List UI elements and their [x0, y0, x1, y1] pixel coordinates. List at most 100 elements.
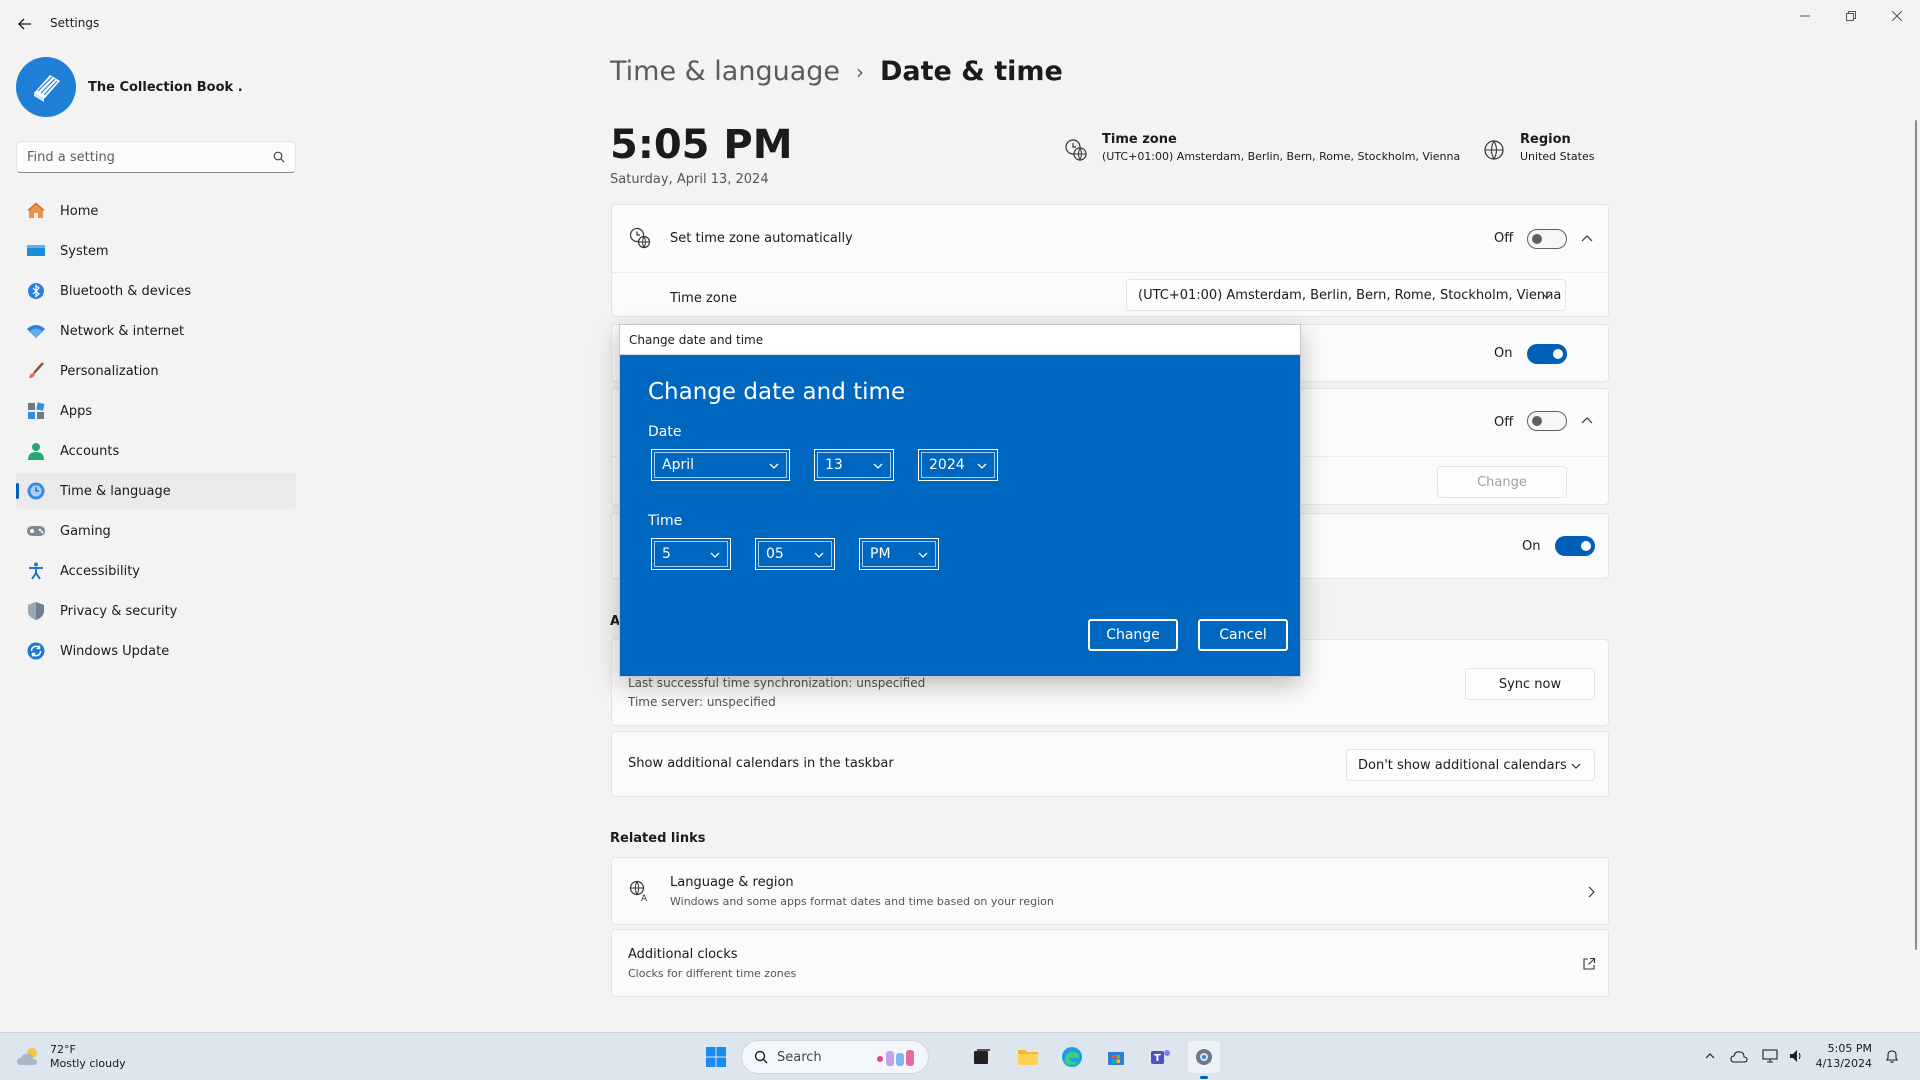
- windows-logo-icon: [706, 1047, 726, 1067]
- sidebar-item-network[interactable]: Network & internet: [16, 313, 296, 349]
- language-region-sub: Windows and some apps format dates and t…: [670, 895, 1054, 908]
- teams-icon: T: [1151, 1050, 1170, 1064]
- chevron-up-icon[interactable]: [1580, 414, 1594, 428]
- svg-text:T: T: [1154, 1053, 1161, 1064]
- back-arrow-icon[interactable]: [14, 13, 36, 35]
- taskbar-time: 5:05 PM: [1827, 1042, 1872, 1055]
- current-date: Saturday, April 13, 2024: [610, 172, 769, 187]
- calendars-label: Show additional calendars in the taskbar: [628, 756, 894, 771]
- hour-select[interactable]: 5: [651, 538, 731, 570]
- chevron-down-icon: [977, 463, 987, 469]
- sidebar-item-system[interactable]: System: [16, 233, 296, 269]
- sync-now-button[interactable]: Sync now: [1465, 668, 1595, 700]
- row3-toggle[interactable]: [1527, 411, 1567, 431]
- store-icon: [1108, 1052, 1124, 1065]
- store-button[interactable]: [1100, 1041, 1132, 1073]
- dialog-change-button[interactable]: Change: [1088, 619, 1178, 651]
- update-icon: [26, 641, 46, 661]
- date-label: Date: [648, 424, 682, 440]
- breadcrumb-parent[interactable]: Time & language: [610, 56, 840, 87]
- teams-button[interactable]: T: [1144, 1041, 1176, 1073]
- sidebar-item-home[interactable]: Home: [16, 193, 296, 229]
- search-input[interactable]: [17, 142, 257, 172]
- wifi-icon: [26, 321, 46, 341]
- row2-toggle[interactable]: [1527, 344, 1567, 364]
- taskbar: 72°F Mostly cloudy Search T 5:05 PM 4/13…: [0, 1032, 1920, 1080]
- apps-icon: [26, 401, 46, 421]
- cloudy-weather-icon: [17, 1048, 37, 1065]
- notification-icon[interactable]: [1884, 1048, 1900, 1064]
- calendars-card: Show additional calendars in the taskbar…: [611, 731, 1609, 797]
- sidebar-item-bluetooth[interactable]: Bluetooth & devices: [16, 273, 296, 309]
- profile[interactable]: The Collection Book .: [16, 57, 243, 117]
- weather-widget[interactable]: 72°F Mostly cloudy: [16, 1043, 126, 1071]
- year-select[interactable]: 2024: [918, 449, 998, 481]
- task-view-button[interactable]: [966, 1041, 998, 1073]
- taskbar-search[interactable]: Search: [741, 1040, 929, 1074]
- maximize-button[interactable]: [1828, 0, 1874, 32]
- timezone-info: Time zone (UTC+01:00) Amsterdam, Berlin,…: [1064, 132, 1460, 163]
- time-label: Time: [648, 513, 683, 529]
- day-value: 13: [825, 457, 843, 473]
- shield-icon: [26, 601, 46, 621]
- monitor-icon: [26, 241, 46, 261]
- sidebar-item-time-language[interactable]: Time & language: [16, 473, 296, 509]
- minute-value: 05: [766, 546, 784, 562]
- auto-timezone-toggle[interactable]: [1527, 229, 1567, 249]
- sidebar-item-windows-update[interactable]: Windows Update: [16, 633, 296, 669]
- day-select[interactable]: 13: [814, 449, 894, 481]
- onedrive-icon[interactable]: [1730, 1048, 1748, 1064]
- ampm-select[interactable]: PM: [859, 538, 939, 570]
- scrollbar[interactable]: [1915, 120, 1917, 950]
- sidebar-item-personalization[interactable]: Personalization: [16, 353, 296, 389]
- timezone-info-value: (UTC+01:00) Amsterdam, Berlin, Bern, Rom…: [1102, 150, 1461, 163]
- minute-select[interactable]: 05: [755, 538, 835, 570]
- sidebar-item-label: System: [60, 243, 109, 259]
- chevron-up-icon[interactable]: [1704, 1050, 1716, 1062]
- clock-globe-outline-icon: [629, 227, 651, 249]
- timezone-dropdown[interactable]: (UTC+01:00) Amsterdam, Berlin, Bern, Rom…: [1126, 279, 1566, 311]
- timezone-info-title: Time zone: [1102, 132, 1177, 147]
- sidebar-item-label: Home: [60, 203, 99, 219]
- sidebar-item-label: Personalization: [60, 363, 159, 379]
- sidebar-item-privacy[interactable]: Privacy & security: [16, 593, 296, 629]
- sidebar-item-accessibility[interactable]: Accessibility: [16, 553, 296, 589]
- home-icon: [26, 201, 46, 221]
- current-time: 5:05 PM: [610, 122, 793, 168]
- settings-search[interactable]: [16, 141, 296, 173]
- change-button[interactable]: Change: [1437, 466, 1567, 498]
- network-icon[interactable]: [1762, 1048, 1778, 1064]
- restore-icon: [1846, 11, 1856, 21]
- book-icon: [34, 75, 60, 102]
- dialog-cancel-button[interactable]: Cancel: [1198, 619, 1288, 651]
- auto-timezone-label: Set time zone automatically: [670, 231, 853, 246]
- sidebar-item-gaming[interactable]: Gaming: [16, 513, 296, 549]
- close-button[interactable]: [1874, 0, 1920, 32]
- accessibility-icon: [26, 561, 46, 581]
- sidebar-item-label: Accessibility: [60, 563, 140, 579]
- chevron-right-icon: [1588, 886, 1595, 898]
- additional-clocks-link[interactable]: Additional clocks Clocks for different t…: [611, 929, 1609, 997]
- region-info-value: United States: [1520, 150, 1595, 163]
- search-icon[interactable]: [273, 151, 285, 163]
- volume-icon[interactable]: [1788, 1048, 1804, 1064]
- breadcrumb: Time & language › Date & time: [610, 56, 1063, 87]
- language-region-link[interactable]: A Language & region Windows and some app…: [611, 857, 1609, 925]
- taskbar-clock[interactable]: 5:05 PM 4/13/2024: [1816, 1041, 1872, 1071]
- language-icon: A: [629, 880, 648, 902]
- sidebar-item-apps[interactable]: Apps: [16, 393, 296, 429]
- row3-state: Off: [1494, 415, 1514, 430]
- additional-clocks-title: Additional clocks: [628, 947, 738, 962]
- month-select[interactable]: April: [651, 449, 790, 481]
- task-view-icon: [974, 1049, 990, 1064]
- file-explorer-button[interactable]: [1012, 1041, 1044, 1073]
- minimize-button[interactable]: [1782, 0, 1828, 32]
- chevron-up-icon[interactable]: [1580, 232, 1594, 246]
- calendars-dropdown[interactable]: Don't show additional calendars: [1346, 749, 1595, 781]
- edge-button[interactable]: [1056, 1041, 1088, 1073]
- active-app-indicator: [1200, 1076, 1208, 1079]
- sidebar-item-accounts[interactable]: Accounts: [16, 433, 296, 469]
- row4-toggle[interactable]: [1555, 536, 1595, 556]
- start-button[interactable]: [700, 1041, 732, 1073]
- settings-taskbar-button[interactable]: [1188, 1041, 1220, 1079]
